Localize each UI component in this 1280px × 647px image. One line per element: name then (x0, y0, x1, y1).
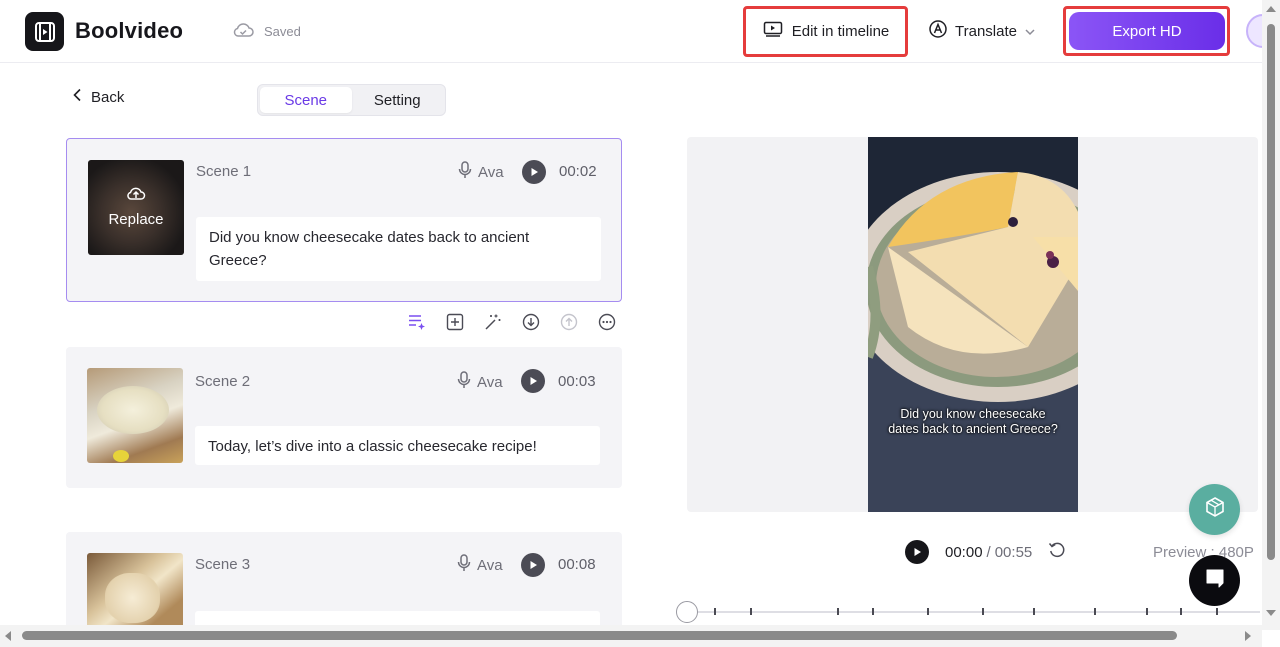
vertical-scrollbar[interactable] (1262, 0, 1280, 630)
play-scene-button[interactable] (522, 160, 546, 184)
chat-support-button[interactable] (1189, 555, 1240, 606)
voice-selector[interactable]: Ava (458, 161, 504, 183)
scene-marker (750, 608, 752, 615)
edit-in-timeline-button[interactable]: Edit in timeline (748, 10, 904, 52)
scene-marker (1094, 608, 1096, 615)
current-time: 00:00 (945, 543, 983, 561)
scene-duration: 00:02 (559, 163, 597, 180)
player-controls: 00:00 / 00:55 (905, 540, 1066, 564)
scene-marker (1216, 608, 1218, 615)
cheesecake-image (868, 137, 1078, 512)
logo-icon[interactable] (25, 12, 64, 51)
replay-icon[interactable] (1048, 541, 1066, 563)
back-label: Back (91, 88, 125, 106)
upload-icon (88, 184, 184, 207)
scene-marker (1033, 608, 1035, 615)
export-hd-button[interactable]: Export HD (1069, 12, 1225, 50)
video-caption: Did you know cheesecake dates back to an… (888, 407, 1058, 436)
scene-thumbnail[interactable] (87, 368, 183, 463)
voice-name: Ava (477, 373, 503, 391)
magic-wand-icon[interactable] (483, 312, 503, 332)
move-up-icon[interactable] (559, 312, 579, 332)
scene-thumbnail[interactable] (87, 553, 183, 630)
play-scene-button[interactable] (521, 369, 545, 393)
tab-setting[interactable]: Setting (352, 87, 444, 113)
timeline-icon (763, 21, 783, 41)
brand-name: Boolvideo (75, 18, 184, 43)
microphone-icon (457, 371, 471, 393)
microphone-icon (457, 554, 471, 576)
video-preview-panel: Did you know cheesecake dates back to an… (687, 137, 1258, 512)
time-separator: / (986, 543, 991, 561)
scene-marker (837, 608, 839, 615)
cloud-icon (232, 22, 254, 41)
scene-duration: 00:08 (558, 556, 596, 573)
scene-duration: 00:03 (558, 373, 596, 390)
scene-marker (714, 608, 716, 615)
scroll-down-icon[interactable] (1266, 610, 1276, 616)
scroll-up-icon[interactable] (1266, 6, 1276, 12)
vertical-scroll-thumb[interactable] (1267, 24, 1275, 560)
play-video-button[interactable] (905, 540, 929, 564)
scene-title: Scene 2 (195, 373, 251, 390)
timeline-scrubber[interactable] (676, 600, 1260, 624)
chevron-down-icon (1024, 23, 1036, 40)
scene-marker (927, 608, 929, 615)
voice-name: Ava (477, 556, 503, 574)
scene-marker (982, 608, 984, 615)
horizontal-scroll-thumb[interactable] (22, 631, 1177, 640)
more-icon[interactable] (597, 312, 617, 332)
back-button[interactable]: Back (72, 88, 124, 106)
scene-title: Scene 1 (196, 163, 252, 180)
scene-thumbnail[interactable]: Replace (88, 160, 184, 255)
ai-script-icon[interactable] (407, 312, 427, 332)
ai-assistant-button[interactable] (1189, 484, 1240, 535)
scene-toolbar (407, 312, 617, 332)
top-bar: Boolvideo Saved Edit in timeline Transla… (0, 0, 1280, 63)
voice-name: Ava (478, 163, 504, 181)
translate-label: Translate (955, 22, 1017, 40)
translate-button[interactable]: Translate (928, 10, 1036, 52)
replace-label[interactable]: Replace (88, 211, 184, 228)
scene-title: Scene 3 (195, 556, 251, 573)
microphone-icon (458, 161, 472, 183)
video-frame[interactable]: Did you know cheesecake dates back to an… (868, 137, 1078, 512)
time-display: 00:00 / 00:55 (945, 544, 1032, 561)
scene-card-1[interactable]: Replace Scene 1 Ava 00:02 Did you know c… (66, 138, 622, 302)
move-down-icon[interactable] (521, 312, 541, 332)
scene-marker (1180, 608, 1182, 615)
scene-marker (1146, 608, 1148, 615)
scene-marker (872, 608, 874, 615)
play-scene-button[interactable] (521, 553, 545, 577)
scene-card-2[interactable]: Scene 2 Ava 00:03 Today, let’s dive into… (66, 347, 622, 488)
scene-script-text[interactable]: Did you know cheesecake dates back to an… (196, 217, 601, 281)
timeline-track (686, 611, 1260, 613)
tab-scene[interactable]: Scene (260, 87, 352, 113)
voice-selector[interactable]: Ava (457, 554, 503, 576)
translate-icon (928, 19, 948, 43)
edit-in-timeline-label: Edit in timeline (791, 22, 890, 40)
saved-label: Saved (264, 24, 301, 39)
add-scene-icon[interactable] (445, 312, 465, 332)
scroll-left-icon[interactable] (5, 631, 11, 641)
scroll-right-icon[interactable] (1245, 631, 1251, 641)
save-status: Saved (232, 22, 301, 41)
scene-setting-tabs: Scene Setting (257, 84, 446, 116)
chevron-left-icon (72, 88, 82, 106)
cube-icon (1204, 496, 1226, 523)
timeline-playhead[interactable] (676, 601, 698, 623)
horizontal-scrollbar[interactable] (0, 625, 1262, 647)
total-time: 00:55 (994, 543, 1033, 561)
scene-card-3[interactable]: Scene 3 Ava 00:08 (66, 532, 622, 631)
chat-icon (1203, 566, 1227, 595)
voice-selector[interactable]: Ava (457, 371, 503, 393)
scene-script-text[interactable]: Today, let’s dive into a classic cheesec… (195, 426, 600, 465)
